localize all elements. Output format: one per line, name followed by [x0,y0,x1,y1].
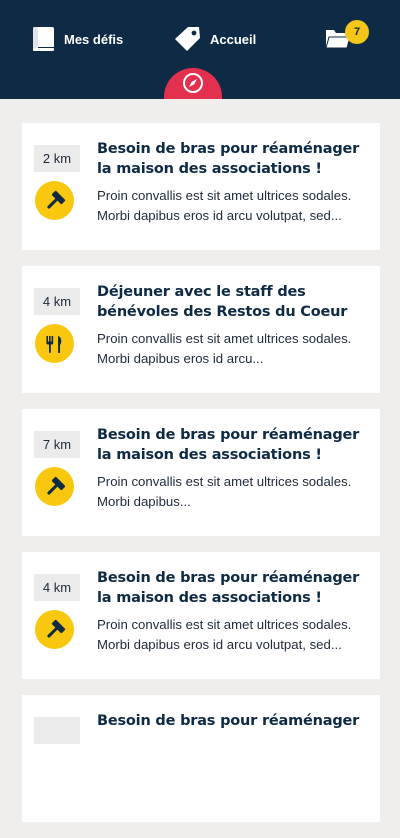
tag-icon [174,25,202,53]
challenge-description: Proin convallis est sit amet ultrices so… [97,617,352,652]
nav-accueil[interactable]: Accueil [174,24,256,54]
fork-knife-icon [35,324,74,363]
nav-mes-defis[interactable]: Mes défis [32,24,123,54]
compass-button[interactable] [164,68,222,99]
challenge-description: Proin convallis est sit amet ultrices so… [97,188,352,223]
challenge-title: Besoin de bras pour réaménager la maison… [97,427,360,463]
challenge-card[interactable]: Besoin de bras pour réaménager [22,695,380,822]
challenge-title: Besoin de bras pour réaménager [97,713,360,729]
challenge-title: Déjeuner avec le staff des bénévoles des… [97,284,348,320]
challenge-title: Besoin de bras pour réaménager la maison… [97,141,360,177]
hammer-icon [35,467,74,506]
challenge-card[interactable]: 2 km Besoin de bras pour réaménager la m… [22,123,380,250]
notification-badge: 7 [345,20,369,44]
distance-badge: 2 km [34,145,80,172]
challenge-title: Besoin de bras pour réaménager la maison… [97,570,360,606]
challenge-card[interactable]: 4 km Déjeuner avec le staff des bénévole… [22,266,380,393]
compass-icon [183,73,203,93]
challenge-list: 2 km Besoin de bras pour réaménager la m… [22,123,380,838]
challenge-description: Proin convallis est sit amet ultrices so… [97,474,352,509]
distance-badge: 4 km [34,288,80,315]
distance-badge: 7 km [34,431,80,458]
hammer-icon [35,181,74,220]
challenge-card[interactable]: 7 km Besoin de bras pour réaménager la m… [22,409,380,536]
top-navigation-bar: Mes défis Accueil 7 [0,0,400,99]
nav-mes-defis-label: Mes défis [64,31,124,47]
book-icon [32,26,56,52]
challenge-card[interactable]: 4 km Besoin de bras pour réaménager la m… [22,552,380,679]
hammer-icon [35,610,74,649]
nav-accueil-label: Accueil [210,31,257,47]
challenge-description: Proin convallis est sit amet ultrices so… [97,331,352,366]
distance-badge: 4 km [34,574,80,601]
distance-badge [34,717,80,744]
